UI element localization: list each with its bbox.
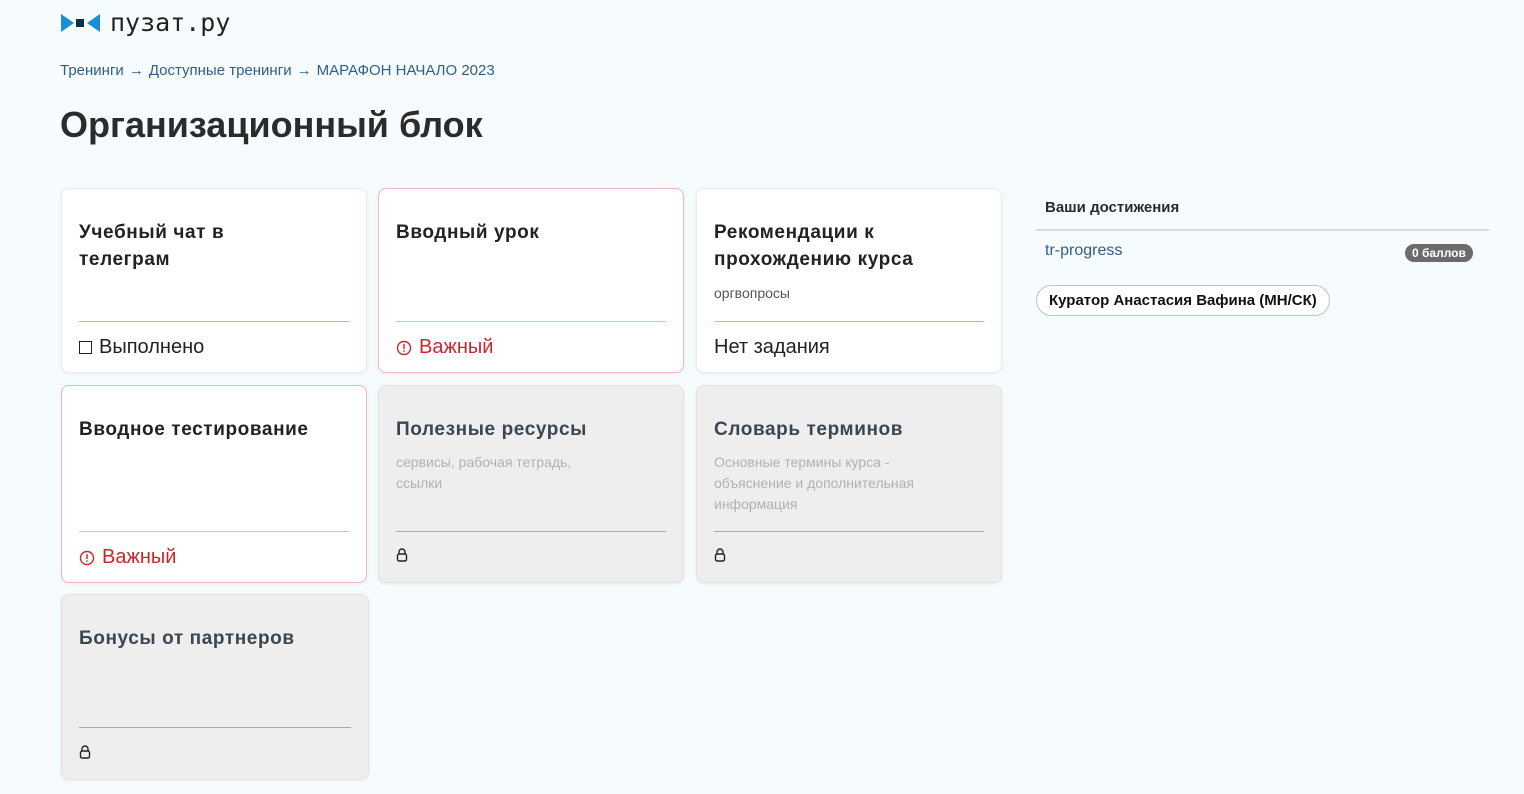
breadcrumb: Тренинги → Доступные тренинги → МАРАФОН … <box>60 62 495 79</box>
card-status <box>396 548 408 562</box>
alert-circle-icon <box>396 340 412 355</box>
card-title: Вводный урок <box>396 222 540 243</box>
breadcrumb-separator: → <box>296 62 312 79</box>
breadcrumb-link-trainings[interactable]: Тренинги <box>60 62 124 79</box>
card-training-chat[interactable]: Учебный чат в телеграм Выполнено <box>61 188 367 373</box>
card-course-recommendations[interactable]: Рекомендации к прохождению курса оргвопр… <box>696 188 1002 373</box>
card-useful-resources[interactable]: Полезные ресурсы сервисы, рабочая тетрад… <box>378 385 684 583</box>
lock-icon <box>396 548 408 562</box>
card-intro-test[interactable]: Вводное тестирование Важный <box>61 385 367 583</box>
card-divider <box>79 531 349 532</box>
page-title: Организационный блок <box>60 104 483 145</box>
card-divider <box>714 531 984 532</box>
card-title: Вводное тестирование <box>79 419 309 440</box>
card-status-label: Выполнено <box>99 336 205 358</box>
breadcrumb-separator: → <box>128 62 144 79</box>
card-divider <box>396 531 666 532</box>
logo-text: пузат.ру <box>110 8 231 37</box>
breadcrumb-link-available-trainings[interactable]: Доступные тренинги <box>149 62 292 79</box>
card-intro-lesson[interactable]: Вводный урок Важный <box>378 188 684 373</box>
achievements-title: Ваши достижения <box>1045 199 1180 216</box>
card-glossary[interactable]: Словарь терминов Основные термины курса … <box>696 385 1002 583</box>
card-status <box>714 548 726 562</box>
points-badge: 0 баллов <box>1405 244 1473 262</box>
card-status: Выполнено <box>79 336 204 359</box>
card-title: Словарь терминов <box>714 419 904 440</box>
card-title: Учебный чат в телеграм <box>79 222 225 270</box>
checkbox-icon[interactable] <box>79 341 92 354</box>
card-title: Бонусы от партнеров <box>79 628 295 649</box>
card-status: Важный <box>396 336 493 359</box>
card-status: Важный <box>79 546 176 569</box>
card-status <box>79 745 91 759</box>
card-subtitle: сервисы, рабочая тетрадь, ссылки <box>396 454 572 491</box>
lock-icon <box>714 548 726 562</box>
card-divider <box>79 727 351 728</box>
card-status-label: Важный <box>419 336 494 358</box>
card-status-label: Важный <box>102 546 177 568</box>
card-divider <box>396 321 666 322</box>
alert-circle-icon <box>79 550 95 565</box>
card-title: Рекомендации к прохождению курса <box>714 222 914 270</box>
breadcrumb-link-marathon[interactable]: МАРАФОН НАЧАЛО 2023 <box>317 62 495 79</box>
site-logo[interactable]: пузат.ру <box>60 8 230 37</box>
card-divider <box>79 321 349 322</box>
lock-icon <box>79 745 91 759</box>
card-subtitle: оргвопросы <box>714 285 790 301</box>
card-divider <box>714 321 984 322</box>
card-status: Нет задания <box>714 336 830 359</box>
card-partner-bonuses[interactable]: Бонусы от партнеров <box>61 594 369 780</box>
card-subtitle: Основные термины курса - объяснение и до… <box>714 454 914 512</box>
achievements-divider <box>1036 229 1489 231</box>
card-status-label: Нет задания <box>714 336 830 358</box>
bow-tie-logo-icon <box>61 13 100 32</box>
card-title: Полезные ресурсы <box>396 419 587 440</box>
tr-progress-link[interactable]: tr-progress <box>1045 242 1122 260</box>
curator-button[interactable]: Куратор Анастасия Вафина (МН/СК) <box>1036 285 1330 316</box>
